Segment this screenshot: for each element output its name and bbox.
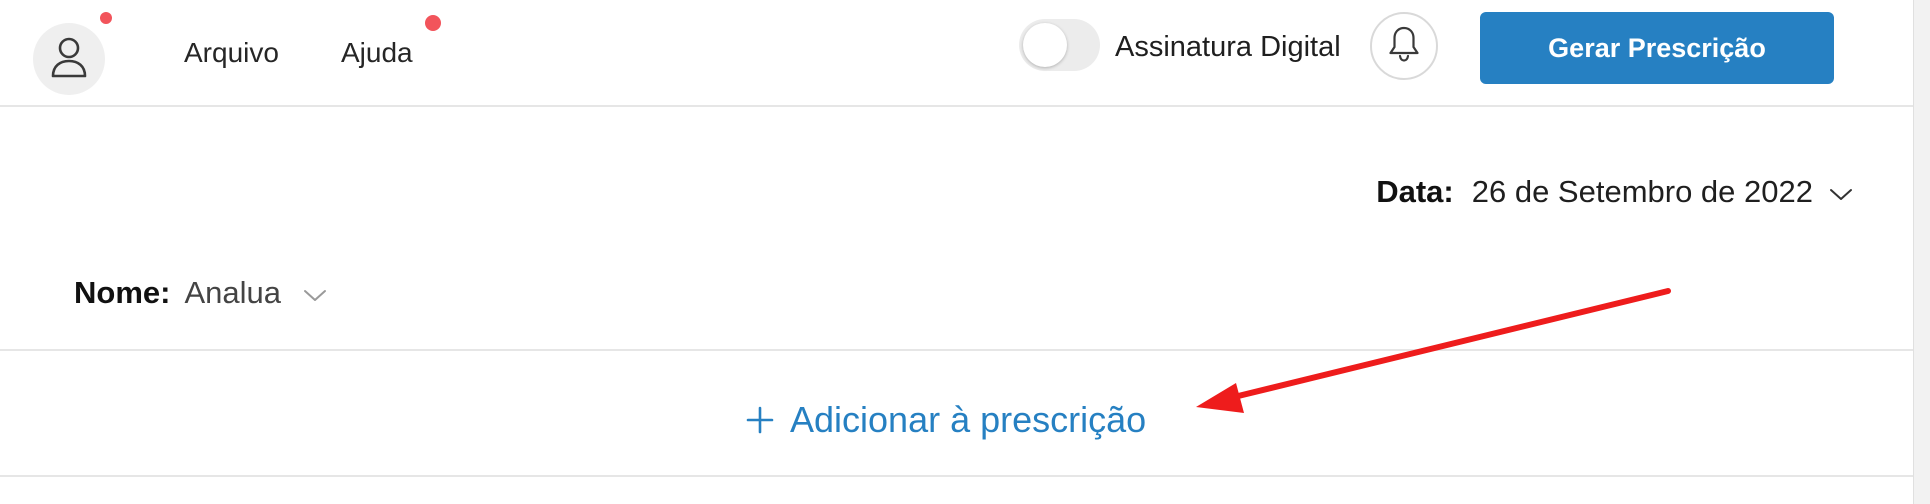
menu-ajuda[interactable]: Ajuda (341, 36, 413, 70)
ajuda-notification-dot (425, 15, 441, 31)
user-icon (50, 36, 88, 83)
date-value: 26 de Setembro de 2022 (1471, 174, 1813, 209)
add-to-prescription-link[interactable]: Adicionar à prescrição (746, 398, 1146, 442)
date-label: Data: (1376, 174, 1454, 209)
digital-signature-label: Assinatura Digital (1115, 31, 1341, 63)
add-to-prescription-label: Adicionar à prescrição (790, 399, 1147, 440)
name-value: Analua (184, 275, 281, 310)
bell-icon (1387, 25, 1421, 68)
vertical-scrollbar[interactable] (1913, 0, 1930, 504)
avatar-notification-dot (100, 12, 112, 24)
app-canvas: Arquivo Ajuda Assinatura Digital Gerar P… (0, 0, 1930, 504)
notifications-button[interactable] (1370, 12, 1438, 80)
avatar-button[interactable] (33, 23, 105, 95)
section-divider (0, 475, 1913, 477)
generate-prescription-button[interactable]: Gerar Prescrição (1480, 12, 1834, 84)
plus-icon (746, 406, 774, 434)
name-label: Nome: (74, 275, 171, 310)
top-header: Arquivo Ajuda Assinatura Digital Gerar P… (0, 0, 1930, 107)
menu-arquivo[interactable]: Arquivo (184, 36, 279, 70)
toggle-knob (1023, 23, 1067, 67)
section-divider (0, 349, 1913, 351)
chevron-down-icon (1829, 172, 1853, 212)
date-selector[interactable]: Data: 26 de Setembro de 2022 (1376, 172, 1853, 212)
name-selector[interactable]: Nome: Analua (74, 273, 327, 313)
digital-signature-toggle[interactable] (1019, 19, 1100, 71)
chevron-down-icon (303, 273, 327, 313)
